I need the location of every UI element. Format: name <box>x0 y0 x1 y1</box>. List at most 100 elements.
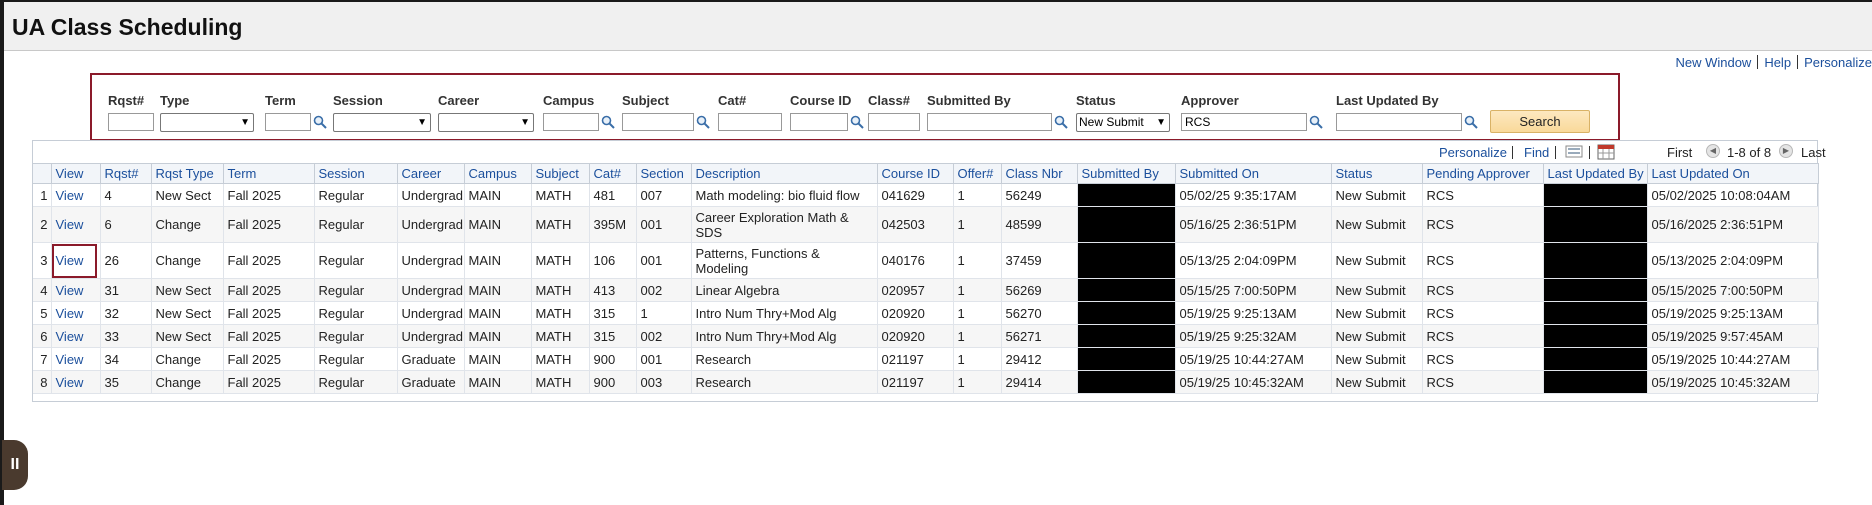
cell-term: Fall 2025 <box>223 278 315 302</box>
column-header-rqst[interactable]: Rqst# <box>100 163 152 184</box>
column-header-offer[interactable]: Offer# <box>953 163 1002 184</box>
help-link[interactable]: Help <box>1764 55 1791 70</box>
column-header-cat[interactable]: Cat# <box>589 163 637 184</box>
view-link[interactable]: View <box>56 306 84 321</box>
cell-pending-approver: RCS <box>1422 206 1544 243</box>
cat-input[interactable] <box>718 113 782 131</box>
cell-subject: MATH <box>531 370 590 394</box>
last-updated-by-input[interactable] <box>1336 113 1462 131</box>
column-header-session[interactable]: Session <box>314 163 398 184</box>
cell-offer: 1 <box>953 206 1002 243</box>
cell-campus: MAIN <box>464 324 532 348</box>
session-select[interactable]: ▼ <box>333 113 431 132</box>
row-range: 1-8 of 8 <box>1727 145 1772 160</box>
table-row: 4 View 31 New Sect Fall 2025 Regular Undergrad… <box>33 278 1819 302</box>
cell-submitted-on: 05/02/25 9:35:17AM <box>1175 183 1332 207</box>
campus-input[interactable] <box>543 113 599 131</box>
type-select[interactable]: ▼ <box>160 113 254 132</box>
column-header-submitted-by[interactable]: Submitted By <box>1077 163 1176 184</box>
column-header-submitted-on[interactable]: Submitted On <box>1175 163 1332 184</box>
cell-submitted-on: 05/13/25 2:04:09PM <box>1175 242 1332 279</box>
search-button[interactable]: Search <box>1490 110 1590 133</box>
new-window-link[interactable]: New Window <box>1675 55 1751 70</box>
column-header-section[interactable]: Section <box>636 163 692 184</box>
subject-input[interactable] <box>622 113 694 131</box>
course-id-input[interactable] <box>790 113 848 131</box>
column-header-class-nbr[interactable]: Class Nbr <box>1001 163 1078 184</box>
status-select[interactable]: New Submit ▼ <box>1076 113 1170 132</box>
cell-pending-approver: RCS <box>1422 370 1544 394</box>
cell-term: Fall 2025 <box>223 324 315 348</box>
column-header-term[interactable]: Term <box>223 163 315 184</box>
find-link[interactable]: Find <box>1524 145 1549 160</box>
term-input[interactable] <box>265 113 311 131</box>
column-header-status[interactable]: Status <box>1331 163 1423 184</box>
nav-separator <box>1589 145 1590 160</box>
cell-last-updated-on: 05/19/2025 10:45:32AM <box>1647 370 1819 394</box>
cell-class-nbr: 56269 <box>1001 278 1078 302</box>
cell-submitted-by <box>1077 183 1176 207</box>
column-header-rqst-type[interactable]: Rqst Type <box>151 163 224 184</box>
rqst-input[interactable] <box>108 113 154 131</box>
cell-rqst: 35 <box>100 370 152 394</box>
cell-campus: MAIN <box>464 278 532 302</box>
cell-cat: 900 <box>589 370 637 394</box>
column-header-course-id[interactable]: Course ID <box>877 163 954 184</box>
personalize-grid-link[interactable]: Personalize <box>1439 145 1507 160</box>
cell-cat: 481 <box>589 183 637 207</box>
column-header-description[interactable]: Description <box>691 163 878 184</box>
cell-rownum: 6 <box>33 324 52 348</box>
column-header-last-updated-by[interactable]: Last Updated By <box>1543 163 1648 184</box>
side-panel-handle[interactable]: II <box>2 440 28 490</box>
download-icon[interactable] <box>1597 144 1615 160</box>
view-link[interactable]: View <box>56 375 84 390</box>
campus-lookup-icon[interactable] <box>601 115 615 129</box>
cell-submitted-on: 05/19/25 9:25:32AM <box>1175 324 1332 348</box>
column-header-rownum <box>33 163 52 184</box>
column-header-view[interactable]: View <box>51 163 101 184</box>
view-link[interactable]: View <box>56 188 84 203</box>
cell-cat: 900 <box>589 347 637 371</box>
approver-input[interactable]: RCS <box>1181 113 1307 131</box>
cell-pending-approver: RCS <box>1422 324 1544 348</box>
approver-lookup-icon[interactable] <box>1309 115 1323 129</box>
view-link[interactable]: View <box>56 283 84 298</box>
cell-submitted-by <box>1077 242 1176 279</box>
view-link[interactable]: View <box>56 217 84 232</box>
column-header-last-updated-on[interactable]: Last Updated On <box>1647 163 1819 184</box>
column-header-career[interactable]: Career <box>397 163 465 184</box>
view-link[interactable]: View <box>56 352 84 367</box>
cell-status: New Submit <box>1331 183 1423 207</box>
term-lookup-icon[interactable] <box>313 115 327 129</box>
class-input[interactable] <box>868 113 920 131</box>
cell-view: View <box>51 183 101 207</box>
cell-view: View <box>51 278 101 302</box>
cell-last-updated-by <box>1543 301 1648 325</box>
view-all-icon[interactable] <box>1565 144 1583 159</box>
cell-career: Undergrad <box>397 324 465 348</box>
last-label[interactable]: Last <box>1801 145 1826 160</box>
submitted-by-lookup-icon[interactable] <box>1054 115 1068 129</box>
next-icon[interactable]: ▶ <box>1779 144 1793 158</box>
submitted-by-input[interactable] <box>927 113 1052 131</box>
cell-session: Regular <box>314 183 398 207</box>
cell-course-id: 020920 <box>877 301 954 325</box>
career-select[interactable]: ▼ <box>438 113 534 132</box>
cell-session: Regular <box>314 370 398 394</box>
personalize-page-link[interactable]: Personalize <box>1804 55 1872 70</box>
column-header-campus[interactable]: Campus <box>464 163 532 184</box>
course-id-lookup-icon[interactable] <box>850 115 864 129</box>
previous-icon[interactable]: ◀ <box>1706 144 1720 158</box>
nav-separator <box>1555 145 1556 160</box>
last-updated-by-lookup-icon[interactable] <box>1464 115 1478 129</box>
cell-term: Fall 2025 <box>223 242 315 279</box>
type-label: Type <box>160 93 190 108</box>
column-header-subject[interactable]: Subject <box>531 163 590 184</box>
cell-view: View <box>51 301 101 325</box>
cell-rownum: 5 <box>33 301 52 325</box>
column-header-pending-approver[interactable]: Pending Approver <box>1422 163 1544 184</box>
subject-lookup-icon[interactable] <box>696 115 710 129</box>
cell-career: Undergrad <box>397 278 465 302</box>
first-label[interactable]: First <box>1667 145 1692 160</box>
view-link[interactable]: View <box>56 329 84 344</box>
